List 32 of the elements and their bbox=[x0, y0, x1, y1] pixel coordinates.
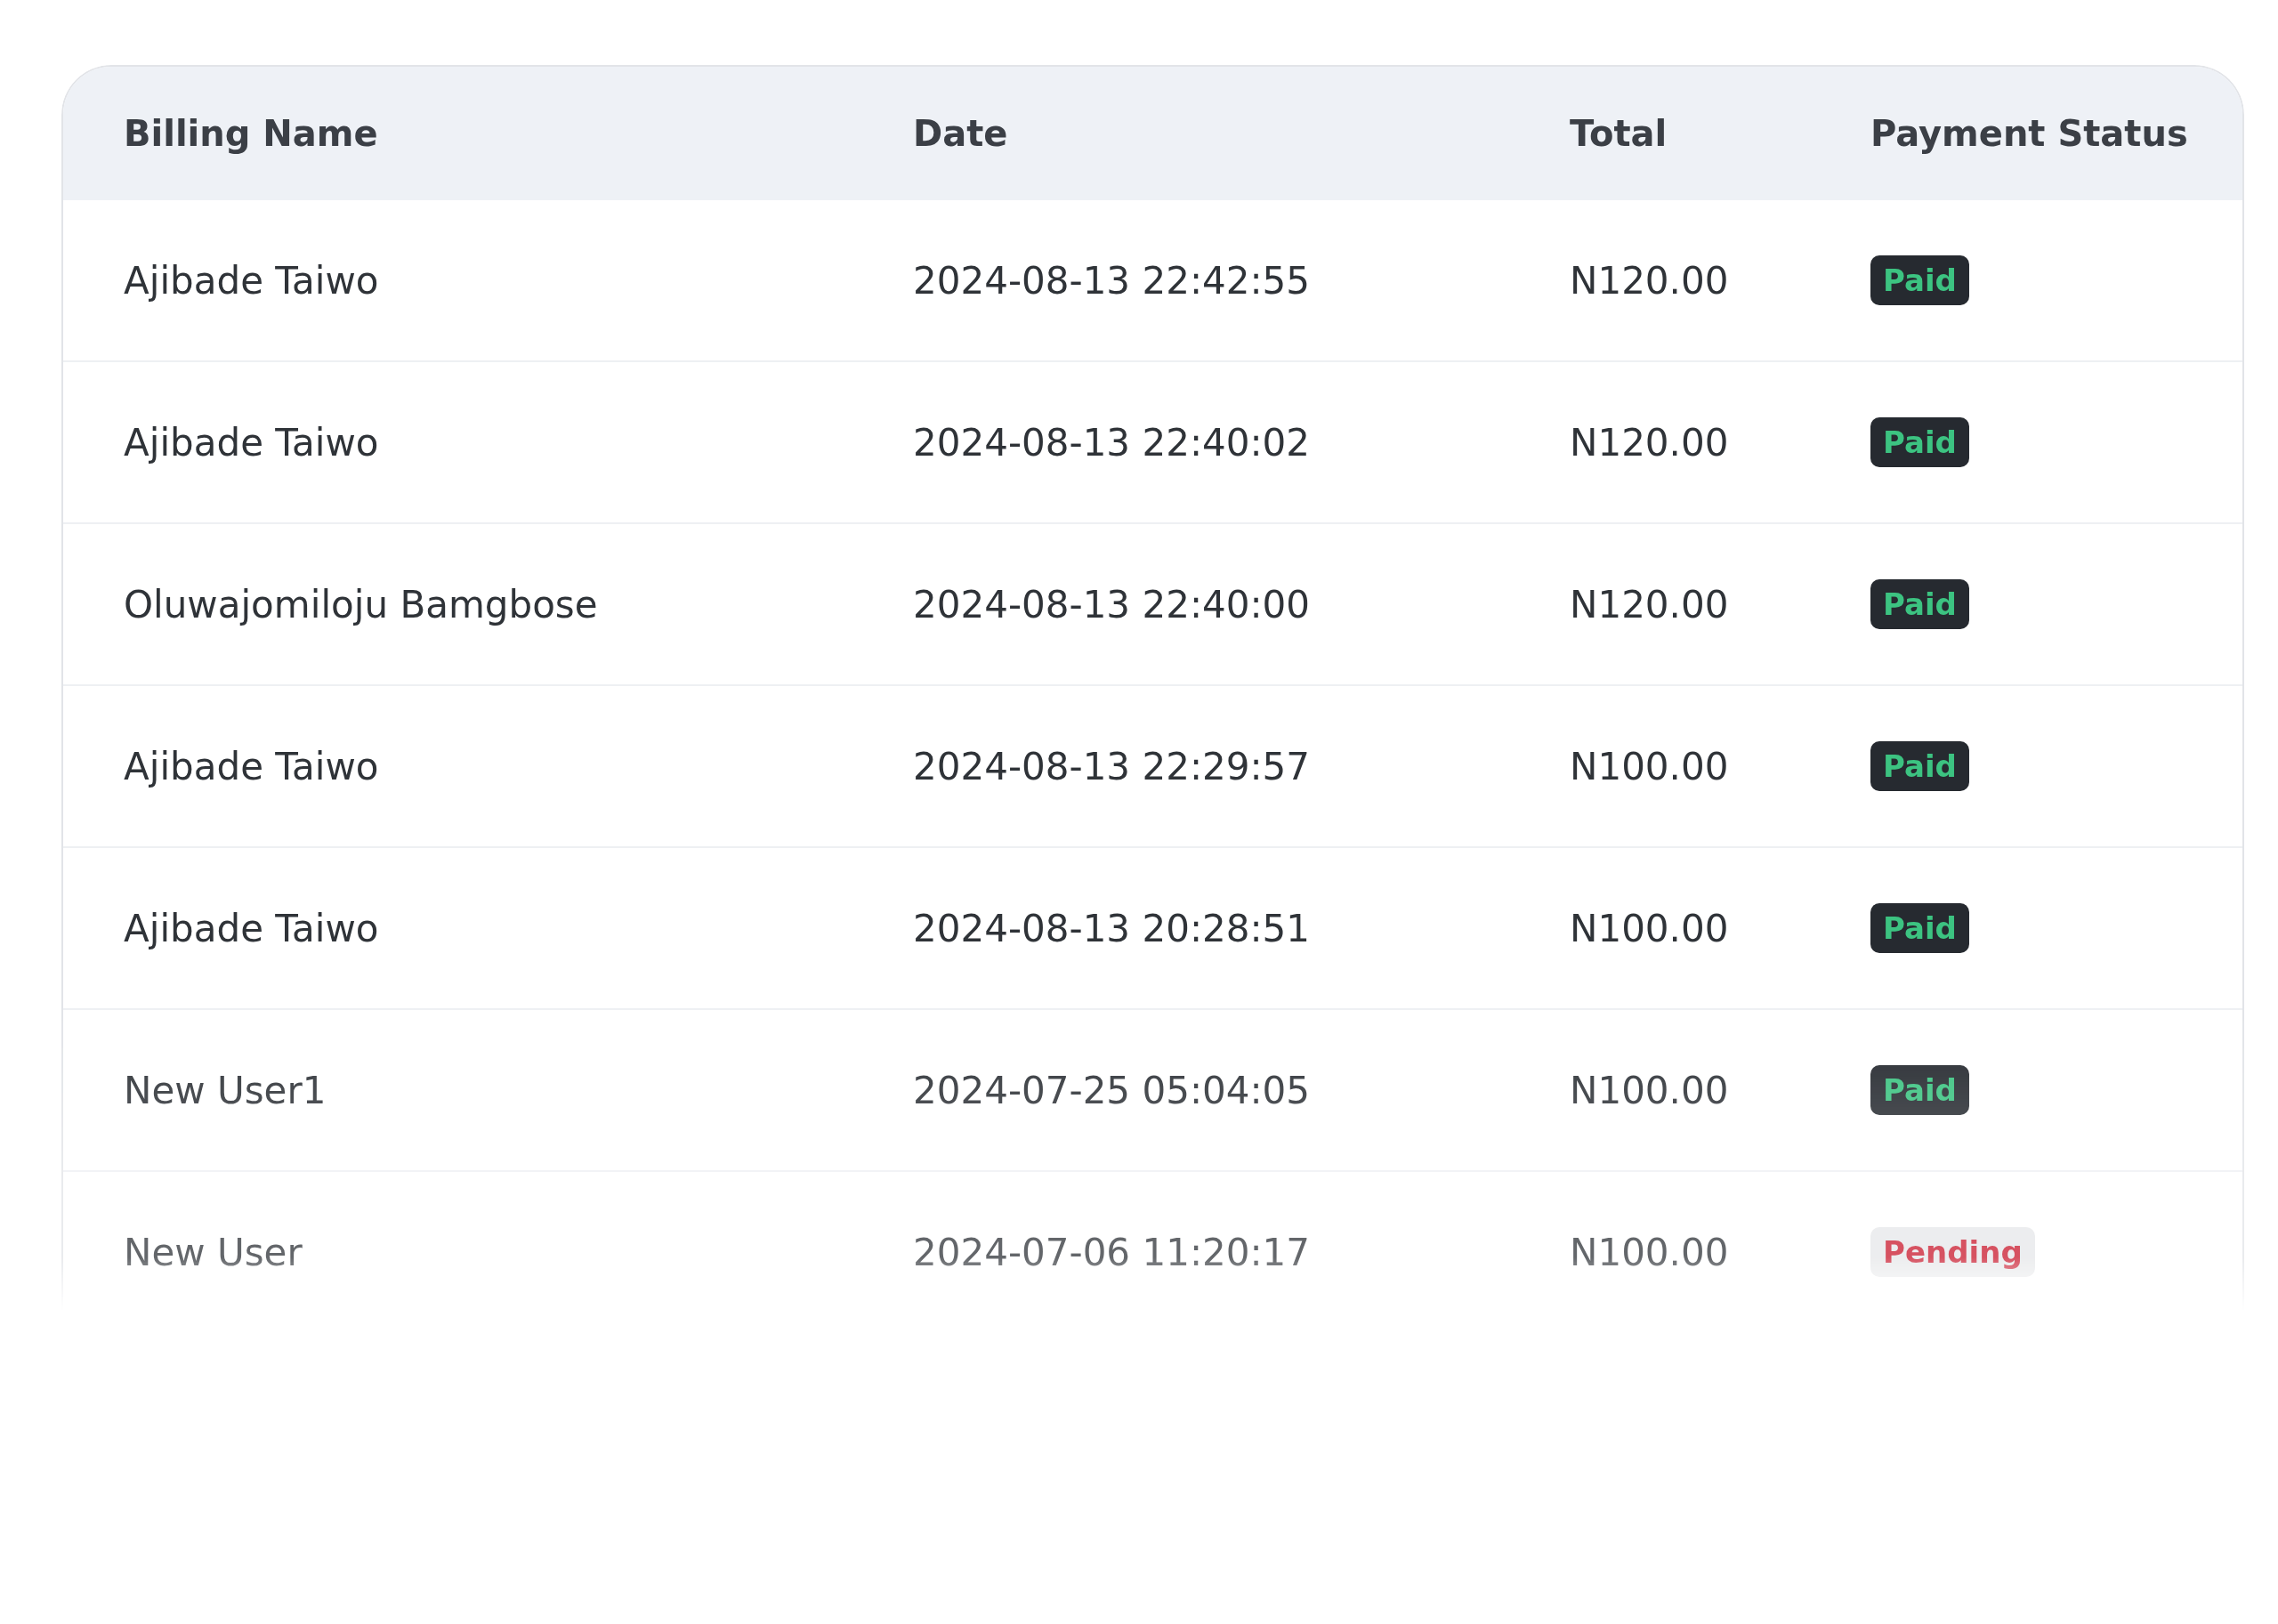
table-cell-text: 2024-08-13 20:28:51 bbox=[913, 906, 1312, 950]
table-cell-text: N120.00 bbox=[1570, 582, 1730, 626]
status-badge: Paid bbox=[1870, 1065, 1969, 1115]
column-header: Payment Status bbox=[1870, 113, 2189, 154]
status-badge: Paid bbox=[1870, 255, 1969, 305]
table-cell-text: 2024-08-13 22:42:55 bbox=[913, 258, 1312, 303]
table-cell-text: N100.00 bbox=[1570, 744, 1730, 788]
table-cell-text: Ajibade Taiwo bbox=[123, 744, 380, 788]
table-cell-text: N100.00 bbox=[1570, 906, 1730, 950]
column-header: Billing Name bbox=[123, 113, 379, 154]
table-cell-text: Ajibade Taiwo bbox=[123, 906, 380, 950]
table-cell-text: New User1 bbox=[123, 1068, 327, 1112]
status-badge: Paid bbox=[1870, 741, 1969, 791]
table-cell-text: N100.00 bbox=[1570, 1068, 1730, 1112]
table-cell-text: 2024-08-13 22:29:57 bbox=[913, 744, 1312, 788]
table-cell-text: 2024-08-13 22:40:02 bbox=[913, 420, 1312, 465]
table-cell-text: Ajibade Taiwo bbox=[123, 258, 380, 303]
table-cell-text: 2024-07-06 11:20:17 bbox=[913, 1230, 1312, 1274]
column-header: Total bbox=[1570, 113, 1668, 154]
table-cell-text: N100.00 bbox=[1570, 1230, 1730, 1274]
table-cell-text: N120.00 bbox=[1570, 258, 1730, 303]
table-cell-text: 2024-08-13 22:40:00 bbox=[913, 582, 1312, 626]
status-badge: Paid bbox=[1870, 579, 1969, 629]
table-cell-text: 2024-07-25 05:04:05 bbox=[913, 1068, 1312, 1112]
table-cell-text: Oluwajomiloju Bamgbose bbox=[123, 582, 599, 626]
status-badge: Paid bbox=[1870, 903, 1969, 953]
status-badge: Paid bbox=[1870, 417, 1969, 467]
table-cell-text: Ajibade Taiwo bbox=[123, 420, 380, 465]
table-cell-text: New User bbox=[123, 1230, 303, 1274]
status-badge: Pending bbox=[1870, 1227, 2035, 1277]
column-header: Date bbox=[913, 113, 1009, 154]
table-cell-text: N120.00 bbox=[1570, 420, 1730, 465]
